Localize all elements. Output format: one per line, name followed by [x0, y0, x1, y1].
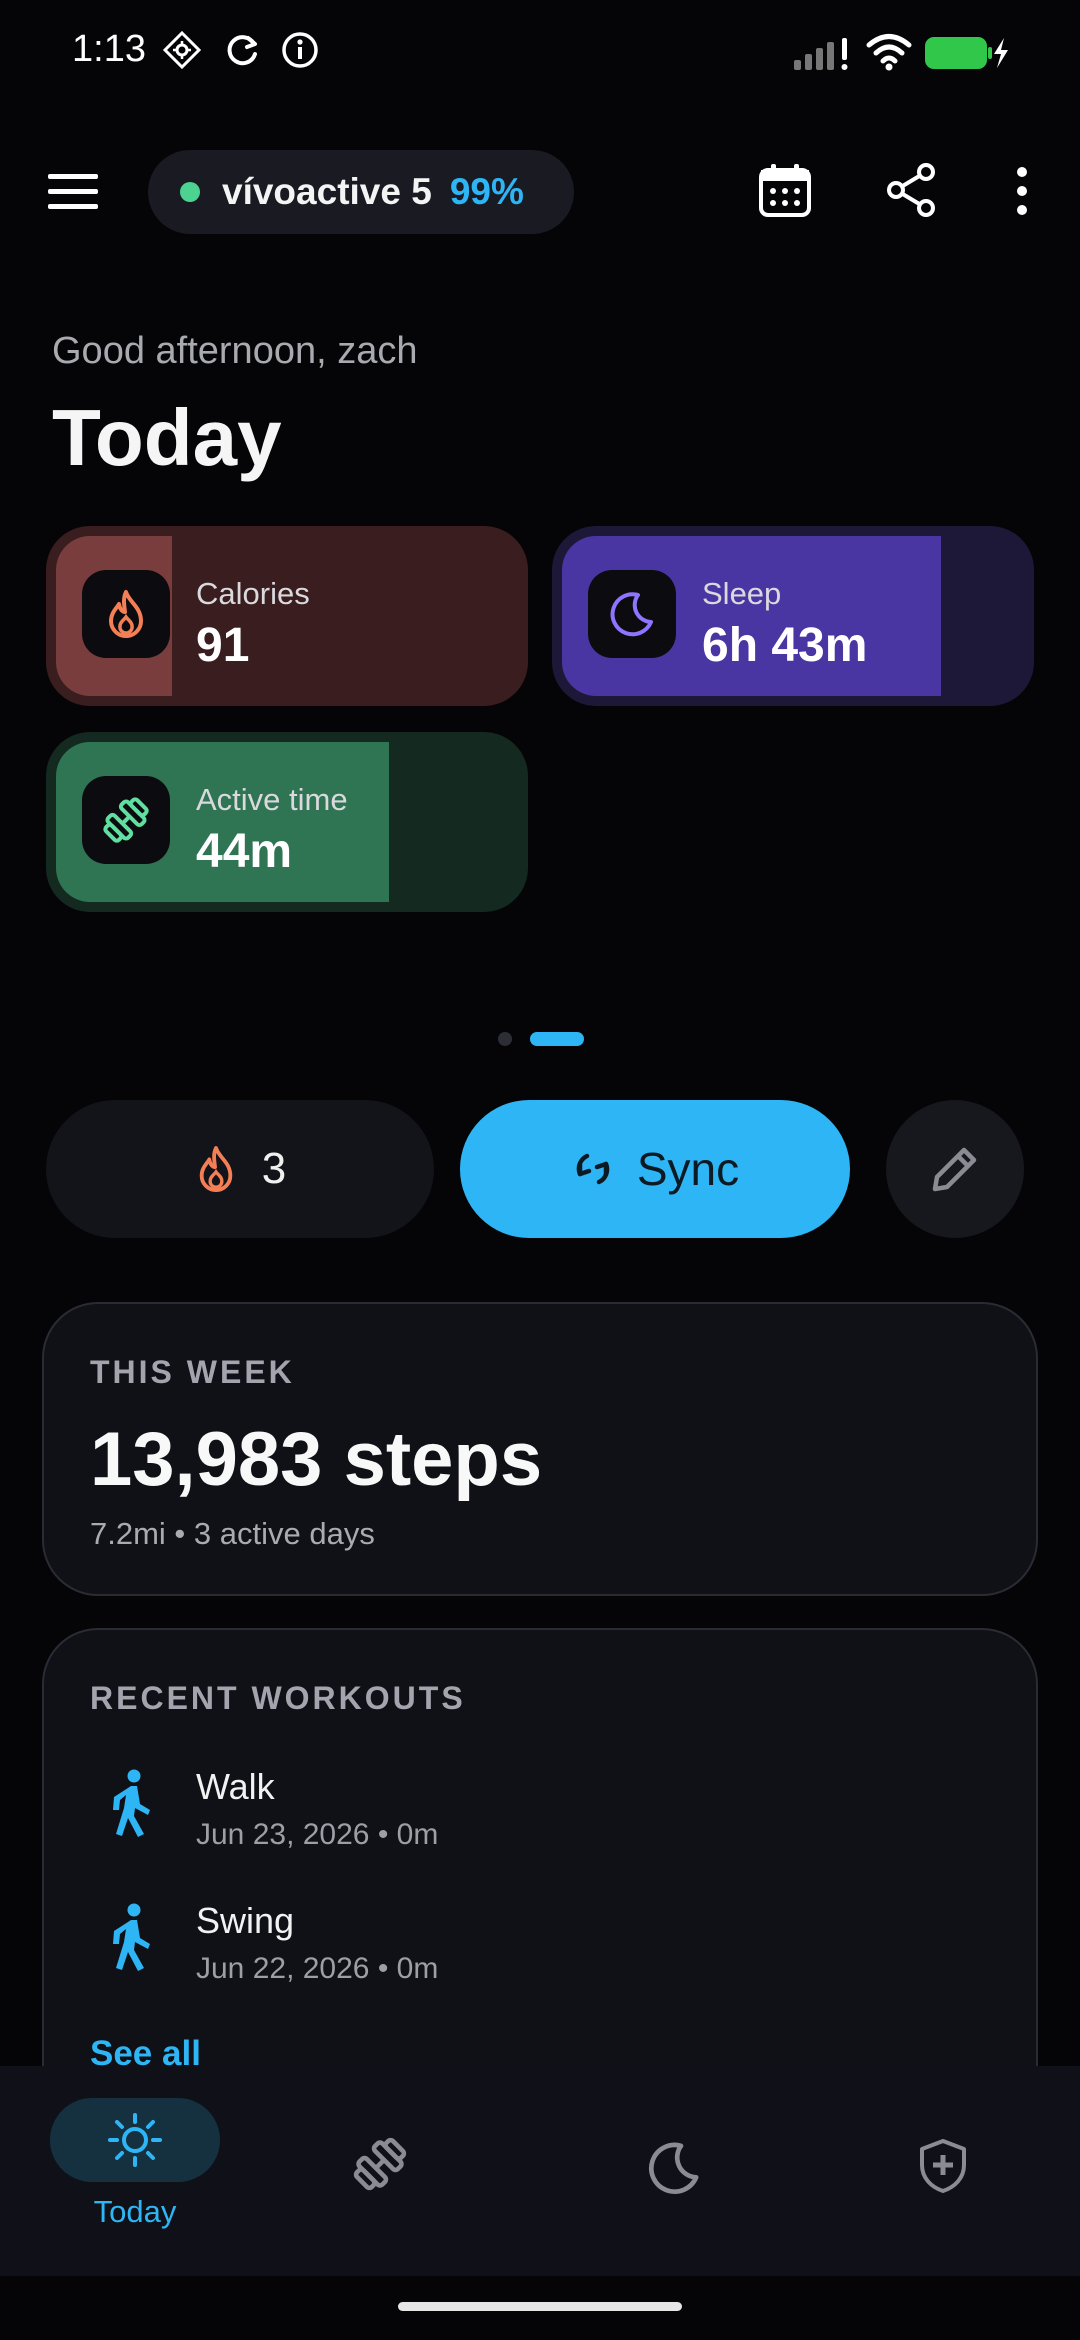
hamburger-menu-icon[interactable] [46, 170, 100, 214]
flame-icon [194, 1145, 238, 1193]
weekly-steps: 13,983 steps [90, 1417, 543, 1502]
page-title: Today [52, 393, 282, 482]
active-time-value: 44m [196, 825, 293, 878]
greeting-text: Good afternoon, zach [52, 330, 418, 372]
workout-detail: Jun 22, 2026 • 0m [196, 1952, 439, 1985]
nav-tab-workouts[interactable] [350, 2134, 410, 2194]
sleep-value: 6h 43m [702, 619, 868, 672]
nav-tab-sleep[interactable] [646, 2140, 702, 2196]
sync-button[interactable]: Sync [460, 1100, 850, 1238]
workout-list-item[interactable]: Swing Jun 22, 2026 • 0m [84, 1894, 984, 2004]
workout-detail: Jun 23, 2026 • 0m [196, 1818, 439, 1851]
sync-status-icon [222, 30, 262, 70]
calories-card[interactable]: Calories 91 [46, 526, 528, 706]
streak-count: 3 [261, 1144, 287, 1193]
nav-tab-today[interactable]: Today [50, 2098, 220, 2258]
weekly-summary: 7.2mi • 3 active days [90, 1516, 375, 1551]
flame-icon [82, 570, 170, 658]
walking-icon [104, 1768, 160, 1840]
calendar-icon[interactable] [758, 162, 812, 218]
moon-icon [646, 2140, 702, 2196]
dumbbell-icon [350, 2134, 410, 2194]
moon-icon [588, 570, 676, 658]
device-name: vívoactive 5 [222, 171, 432, 212]
sleep-label: Sleep [702, 576, 782, 611]
device-battery: 99% [449, 171, 524, 212]
page-dot-active[interactable] [530, 1032, 584, 1046]
nav-label-today: Today [93, 2194, 177, 2229]
more-vertical-icon[interactable] [1010, 166, 1034, 216]
this-week-heading: THIS WEEK [90, 1354, 295, 1390]
pencil-icon [930, 1144, 980, 1194]
active-time-card[interactable]: Active time 44m [46, 732, 528, 912]
page-dot[interactable] [498, 1032, 512, 1046]
connection-status-dot [180, 182, 200, 202]
wifi-icon [866, 32, 912, 72]
recent-workouts-heading: RECENT WORKOUTS [90, 1680, 466, 1716]
signal-icon [792, 36, 854, 72]
sync-icon [571, 1147, 615, 1191]
gps-target-icon [162, 30, 202, 70]
dumbbell-icon [82, 776, 170, 864]
shield-plus-icon [916, 2138, 970, 2194]
walking-icon [104, 1902, 160, 1974]
workout-name: Walk [196, 1766, 275, 1807]
active-time-label: Active time [196, 782, 348, 817]
sync-label: Sync [636, 1143, 740, 1195]
status-time: 1:13 [72, 28, 146, 70]
this-week-card[interactable]: THIS WEEK 13,983 steps 7.2mi • 3 active … [42, 1302, 1038, 1596]
calories-value: 91 [196, 619, 250, 672]
edit-button[interactable] [886, 1100, 1024, 1238]
device-status-pill[interactable]: vívoactive 5 99% [148, 150, 574, 234]
info-icon [280, 30, 320, 70]
workout-list-item[interactable]: Walk Jun 23, 2026 • 0m [84, 1760, 984, 1870]
workout-name: Swing [196, 1900, 295, 1941]
battery-charging-icon [924, 36, 1008, 70]
nav-tab-health[interactable] [916, 2138, 970, 2194]
streak-button[interactable]: 3 [46, 1100, 434, 1238]
share-icon[interactable] [884, 162, 938, 218]
page-indicator [498, 1032, 584, 1046]
home-indicator [398, 2302, 682, 2311]
sun-icon [107, 2112, 163, 2168]
calories-label: Calories [196, 576, 310, 611]
sleep-card[interactable]: Sleep 6h 43m [552, 526, 1034, 706]
